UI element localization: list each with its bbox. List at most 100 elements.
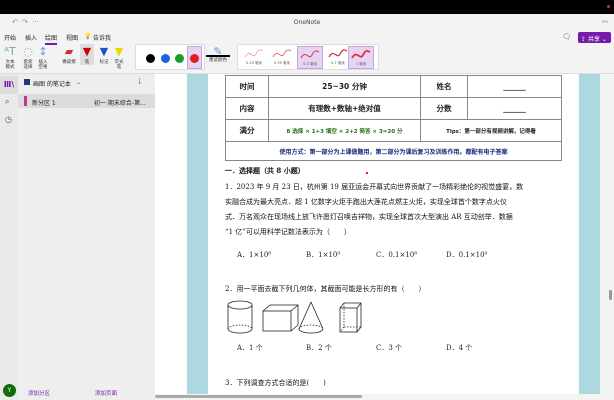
- question-3: 3．下列调查方式合适的是( ): [225, 379, 326, 387]
- question-2: 2．用一平面去截下列几何体，其截面可能是长方形的有（ ）: [225, 285, 426, 293]
- title-bar: ↶ ↷ ··· OneNote ⚯: [0, 14, 614, 30]
- tab-insert[interactable]: 插入: [25, 33, 37, 42]
- label: 0.25 毫米: [246, 61, 262, 65]
- tab-view[interactable]: 视图: [66, 33, 78, 42]
- page-margin-left: [187, 74, 208, 394]
- label: 0.5 毫米: [303, 62, 317, 66]
- marker-icon: ▼: [99, 45, 109, 58]
- eraser-button[interactable]: ▰ 橡皮擦: [59, 44, 79, 65]
- info-table: 时间 25~30 分钟 姓名 ______ 内容 有理数+数轴+绝对值 分数 ______ …: [225, 75, 562, 161]
- cell: Tips：第一部分有视频讲解，记得看: [420, 119, 562, 142]
- thickness-1[interactable]: 1 毫米: [348, 46, 374, 69]
- color-red: [190, 54, 199, 63]
- color-red-selected[interactable]: [187, 46, 202, 69]
- label: 笔: [84, 60, 90, 65]
- tab-home[interactable]: 开始: [4, 33, 16, 42]
- color-palette: [135, 44, 205, 70]
- option-d: D．0.1×10⁹: [446, 251, 488, 259]
- option-a: A．1×10⁸: [237, 251, 272, 259]
- highlighter-button[interactable]: ▼ 荧光 笔: [112, 44, 126, 70]
- section-item[interactable]: 新分区 1: [32, 98, 56, 107]
- notebook-icon: [24, 79, 30, 85]
- screen-top-bar: [0, 0, 614, 14]
- vertical-scrollbar[interactable]: [600, 74, 614, 394]
- color-green[interactable]: [175, 54, 184, 63]
- marker-button[interactable]: ▼ 标记: [97, 44, 111, 65]
- cell: 时间: [225, 75, 269, 98]
- ink-color-icon: ✎: [206, 44, 230, 58]
- thickness-options: 0.25 毫米 0.35 毫米 0.5 毫米 0.7 毫米 1 毫米: [237, 44, 379, 70]
- solids-figure: [227, 300, 362, 334]
- text-line: 式．万名观众在现场线上放飞许愿灯召唤吉祥物，实现全球首次大型演出 AR 互动创举…: [225, 213, 513, 221]
- label: 0.7 毫米: [331, 61, 345, 65]
- label: 墨迹颜色: [209, 58, 227, 63]
- link-icon[interactable]: ⚯: [602, 18, 608, 26]
- label: 荧光 笔: [114, 60, 124, 70]
- app-title: OneNote: [293, 19, 321, 26]
- nav-rail: Ⅲ\ ⌕ ◷: [0, 74, 18, 400]
- share-icon: ⇪: [581, 36, 588, 43]
- question-1: 1．2023 年 9 月 23 日，杭州第 19 届亚运会开幕式向世界贡献了一场…: [225, 180, 570, 240]
- notebook-selector[interactable]: 画图 的笔记本 ⌄ ⇂: [18, 76, 155, 90]
- eraser-icon: ▰: [64, 45, 74, 58]
- cell: ______: [467, 75, 562, 98]
- color-black[interactable]: [146, 54, 155, 63]
- add-page-link[interactable]: 添加页面: [95, 389, 117, 397]
- section-row[interactable]: 新分区 1 初一 期末综合-第...: [18, 94, 155, 108]
- share-label: 共享: [587, 36, 600, 43]
- notebooks-icon[interactable]: Ⅲ\: [0, 76, 18, 94]
- tell-me-search[interactable]: 告诉我: [93, 33, 111, 42]
- section-color-tab: [24, 96, 27, 106]
- section-heading: 一．选择题（共 8 小题）: [225, 166, 305, 175]
- cell: 使用方式：第一部分为上课做题用，第二部分为课后复习及训练作用。都配有电子答案: [225, 141, 562, 161]
- comment-icon[interactable]: 🗨: [562, 33, 571, 41]
- insert-space-button[interactable]: ↕ 插入 空格: [36, 44, 50, 70]
- highlighter-icon: ▼: [114, 45, 124, 58]
- option-b: B．2 个: [306, 344, 332, 352]
- vertical-scroll-thumb[interactable]: [609, 290, 612, 300]
- thickness-0-25[interactable]: 0.25 毫米: [241, 46, 267, 69]
- label: 插入 空格: [38, 60, 48, 70]
- option-d: D．4 个: [446, 344, 473, 352]
- notebook-name: 画图 的笔记本: [33, 81, 71, 88]
- add-section-link[interactable]: 添加分区: [28, 389, 50, 397]
- label: 文本 模式: [5, 60, 15, 70]
- option-c: C．0.1×10⁸: [376, 251, 418, 259]
- pen-button[interactable]: ▼ 笔: [80, 44, 94, 65]
- thickness-0-35[interactable]: 0.35 毫米: [269, 46, 295, 69]
- color-blue[interactable]: [161, 54, 170, 63]
- notebook-panel: [18, 74, 155, 400]
- cell: 25~30 分钟: [268, 75, 421, 98]
- label: 0.35 毫米: [274, 61, 290, 65]
- avatar[interactable]: Y: [3, 384, 16, 397]
- recent-icon[interactable]: ◷: [5, 115, 12, 124]
- horizontal-scroll-thumb[interactable]: [155, 395, 362, 398]
- lightbulb-icon: 💡: [84, 33, 92, 40]
- text-mode-button[interactable]: ᴬT 文本 模式: [3, 44, 17, 70]
- cell: 分数: [420, 97, 468, 120]
- label: 1 毫米: [355, 62, 367, 66]
- chevron-down-icon: ⌄: [76, 79, 82, 86]
- share-button[interactable]: ⇪ 共享 ⌄: [578, 32, 611, 43]
- option-c: C．3 个: [376, 344, 403, 352]
- cell: 姓名: [420, 75, 468, 98]
- cell: 8 选择 × 1+3 填空 × 2+2 简答 × 3=20 分: [268, 119, 421, 142]
- text-line: “1 亿”可以用科学记数法表示为（ ）: [225, 228, 351, 236]
- text-line: 实融合成为最大亮点．超 1 亿数字火炬手跑出大莲花点燃主火炬，实现全球首个数字点…: [225, 198, 507, 206]
- thickness-0-5[interactable]: 0.5 毫米: [297, 46, 323, 69]
- ink-color-button[interactable]: ✎ 墨迹颜色: [206, 44, 230, 63]
- page-margin-right: [579, 74, 600, 394]
- lasso-select-button[interactable]: ◌ 套索 选择: [20, 44, 36, 70]
- sort-icon[interactable]: ⇂: [136, 77, 143, 86]
- text-line: 1．2023 年 9 月 23 日，杭州第 19 届亚运会开幕式向世界贡献了一场…: [225, 183, 524, 191]
- label: 套索 选择: [23, 60, 33, 70]
- page-item[interactable]: 初一 期末综合-第...: [94, 98, 146, 107]
- option-b: B．1×10⁹: [306, 251, 341, 259]
- text-mode-icon: ᴬT: [4, 45, 16, 58]
- pen-icon: ▼: [82, 45, 92, 58]
- insert-space-icon: ↕: [38, 45, 48, 58]
- label: 标记: [99, 60, 109, 65]
- label: 橡皮擦: [62, 60, 76, 65]
- search-icon[interactable]: ⌕: [5, 97, 9, 107]
- lasso-icon: ◌: [23, 45, 33, 58]
